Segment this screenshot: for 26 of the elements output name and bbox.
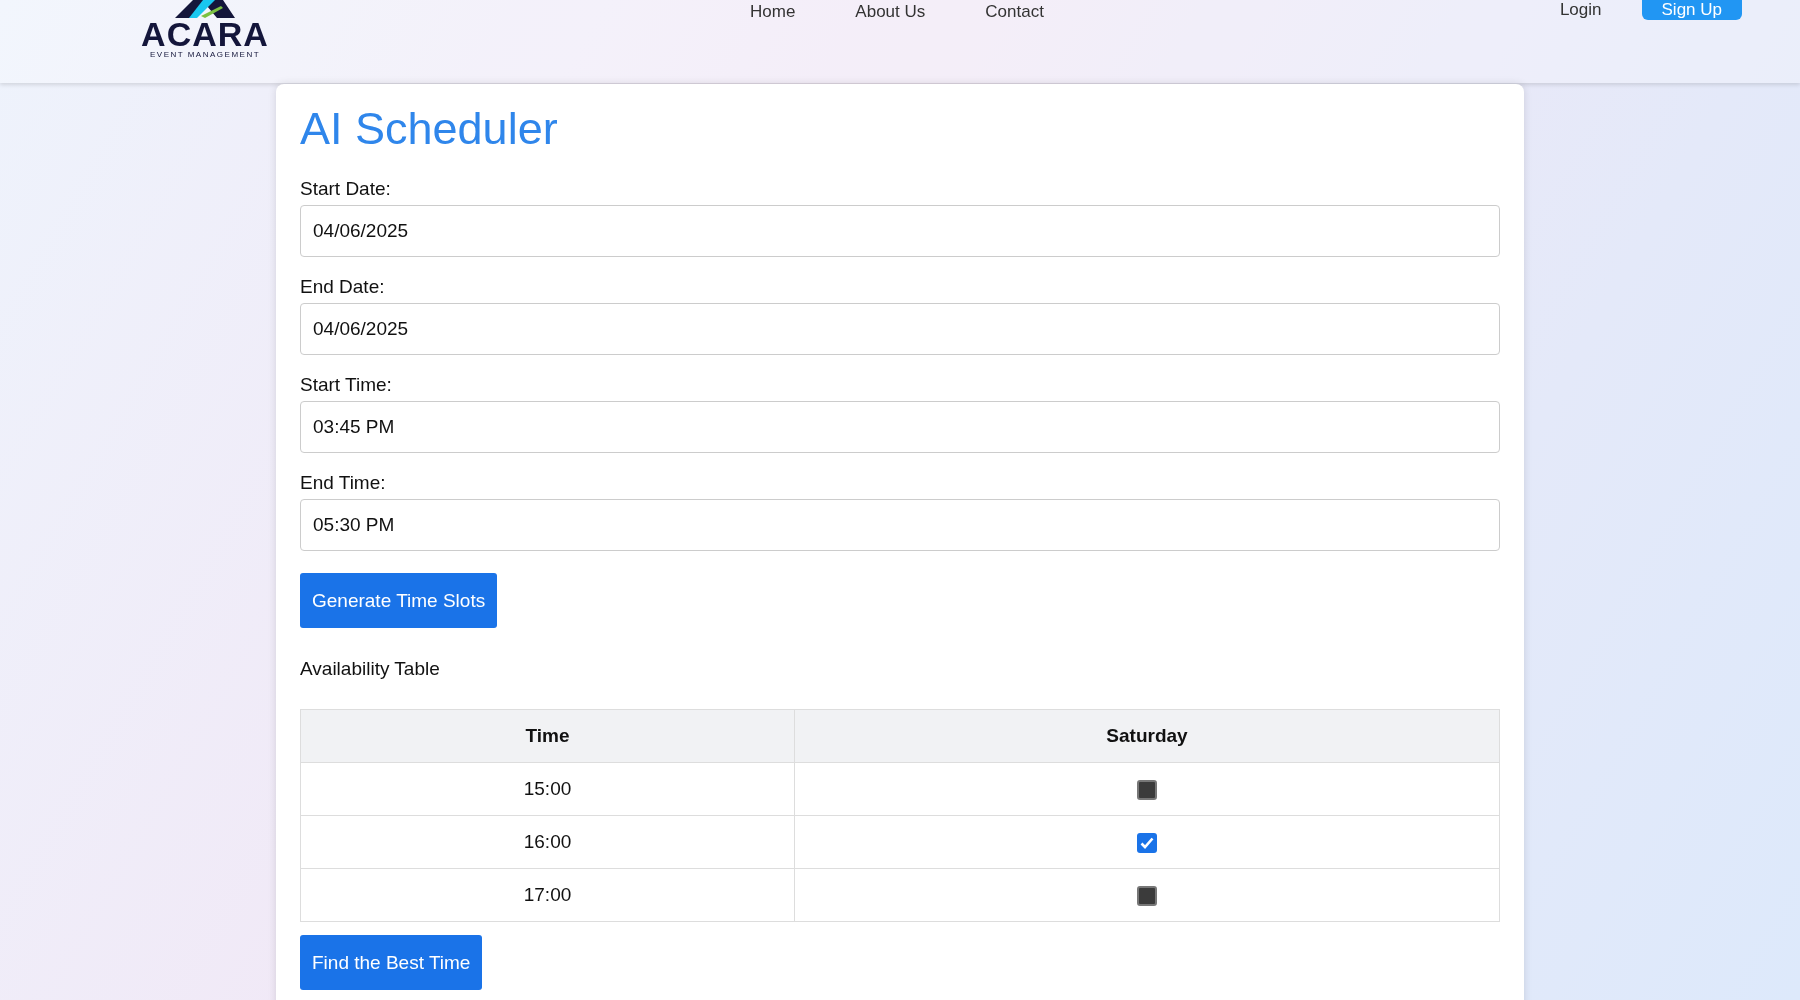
input-field[interactable]: 03:45 PM (300, 401, 1500, 453)
table-title: Availability Table (300, 658, 441, 680)
input-field[interactable]: 04/06/2025 (300, 205, 1500, 257)
generate-button[interactable]: Generate Time Slots (300, 573, 498, 628)
time-cell: 17:00 (300, 868, 795, 922)
field-label: Start Date: (300, 178, 392, 200)
input-field[interactable]: 04/06/2025 (300, 303, 1500, 355)
input-field[interactable]: 05:30 PM (300, 499, 1500, 551)
field-label: End Time: (300, 472, 387, 494)
checkbox[interactable] (1137, 833, 1157, 853)
checkbox[interactable] (1137, 780, 1157, 800)
time-cell: 15:00 (300, 762, 795, 816)
find-button[interactable]: Find the Best Time (300, 935, 483, 990)
time-cell: 16:00 (300, 815, 795, 869)
field-label: End Date: (300, 276, 386, 298)
nav-link[interactable]: Contact (985, 2, 1044, 22)
field-label: Start Time: (300, 374, 393, 396)
page-title: AI Scheduler (300, 104, 559, 154)
logo-tagline: EVENT MANAGEMENT (149, 50, 261, 59)
logo-name: ACARA (141, 18, 269, 50)
column-header: Time (300, 709, 795, 763)
login-link[interactable]: Login (1559, 0, 1602, 20)
column-header: Saturday (794, 709, 1500, 763)
nav-link[interactable]: About Us (855, 2, 926, 22)
nav-link[interactable]: Home (750, 2, 796, 22)
checkbox[interactable] (1137, 886, 1157, 906)
